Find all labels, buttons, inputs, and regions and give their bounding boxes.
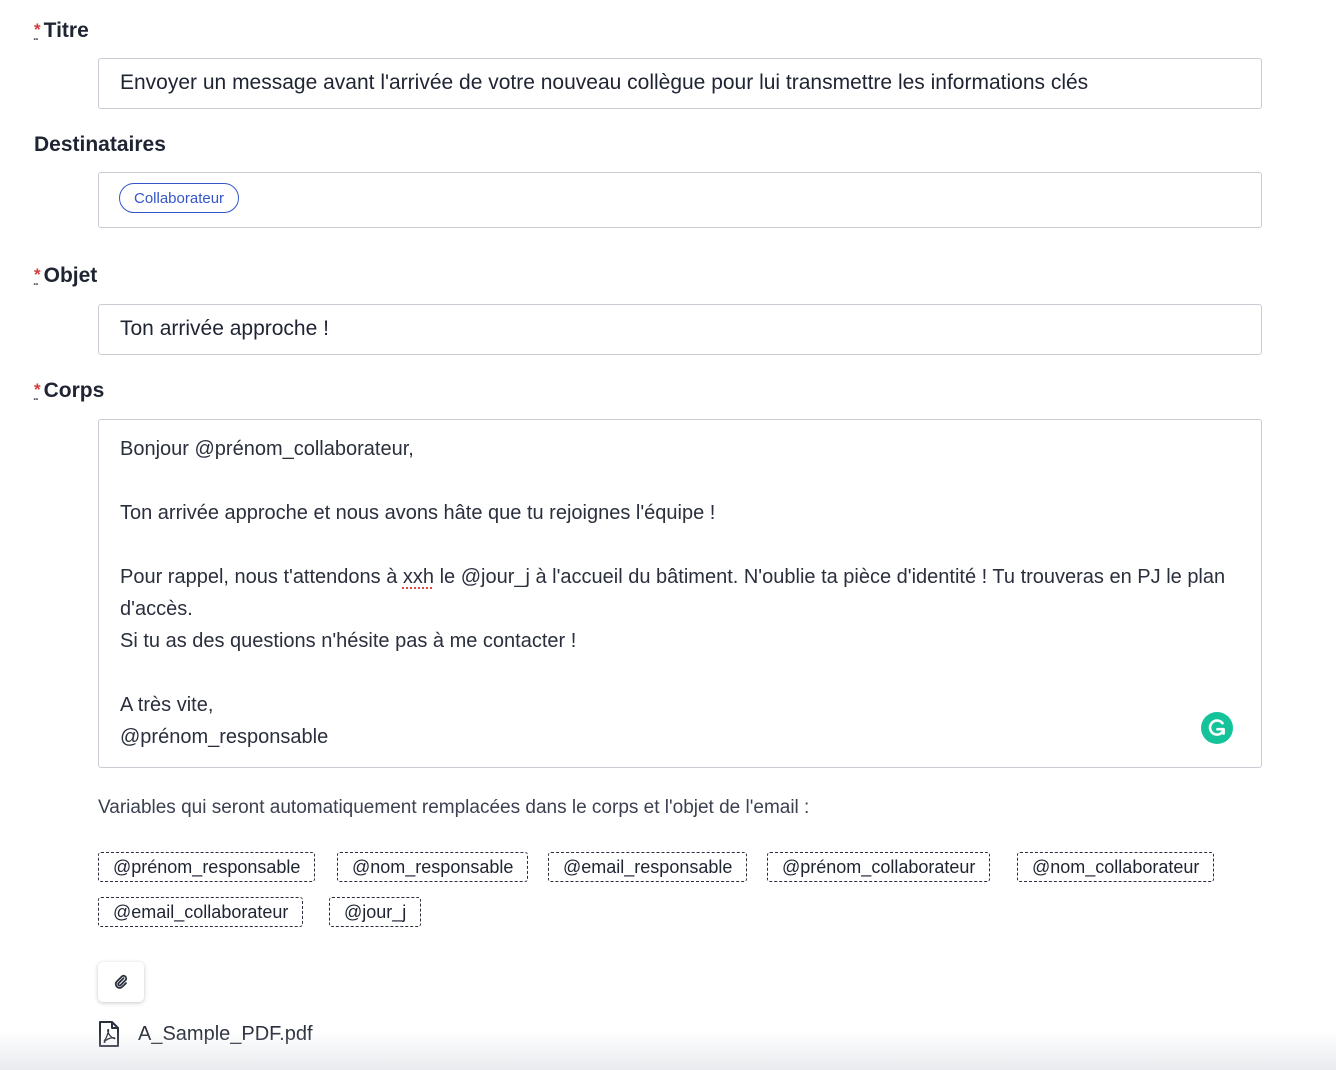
grammarly-g-glyph	[1208, 719, 1225, 736]
variable-chip[interactable]: @email_responsable	[548, 852, 748, 882]
corps-line	[120, 465, 1240, 497]
objet-label: * Objet	[33, 264, 98, 288]
attachment-file-name[interactable]: A_Sample_PDF.pdf	[138, 1023, 313, 1046]
variable-chip[interactable]: @jour_j	[329, 897, 422, 927]
destinataires-label: Destinataires	[34, 133, 166, 157]
corps-label-text: Corps	[43, 379, 105, 402]
variable-chip[interactable]: @prénom_collaborateur	[767, 852, 991, 882]
attach-file-button[interactable]	[98, 962, 144, 1002]
variable-chip[interactable]: @nom_collaborateur	[1017, 852, 1215, 882]
required-marker: *	[33, 265, 41, 288]
variables-intro: Variables qui seront automatiquement rem…	[98, 797, 810, 818]
grammarly-icon[interactable]	[1201, 712, 1233, 744]
destinataires-label-text: Destinataires	[34, 133, 166, 156]
attachment-item[interactable]: A_Sample_PDF.pdf	[98, 1020, 313, 1048]
variable-chip[interactable]: @nom_responsable	[337, 852, 529, 882]
corps-text: Bonjour @prénom_collaborateur, Ton arriv…	[120, 433, 1240, 753]
paperclip-icon	[114, 974, 128, 989]
corps-line	[120, 529, 1240, 561]
corps-line-rappel: Pour rappel, nous t'attendons à xxh le @…	[120, 561, 1240, 625]
corps-line: Si tu as des questions n'hésite pas à me…	[120, 630, 577, 652]
required-marker: *	[33, 380, 41, 403]
corps-line: @prénom_responsable	[120, 726, 329, 748]
corps-line: Bonjour @prénom_collaborateur,	[120, 438, 414, 460]
objet-input[interactable]: Ton arrivée approche !	[98, 304, 1262, 355]
variable-chip[interactable]: @prénom_responsable	[98, 852, 316, 882]
destinataires-input[interactable]: Collaborateur	[98, 172, 1262, 228]
objet-label-text: Objet	[43, 264, 98, 287]
titre-label: * Titre	[33, 19, 89, 43]
titre-label-text: Titre	[43, 19, 89, 42]
pdf-file-icon	[99, 1021, 119, 1047]
corps-textarea[interactable]: Bonjour @prénom_collaborateur, Ton arriv…	[98, 419, 1262, 768]
variable-chip[interactable]: @email_collaborateur	[98, 897, 304, 927]
corps-line: A très vite,	[120, 694, 214, 716]
corps-text-segment: Pour rappel, nous t'attendons à	[120, 566, 403, 588]
spelling-error-word[interactable]: xxh	[403, 566, 434, 588]
corps-label: * Corps	[33, 379, 105, 403]
required-marker: *	[33, 20, 41, 43]
titre-input[interactable]: Envoyer un message avant l'arrivée de vo…	[98, 58, 1262, 109]
corps-line	[120, 657, 1240, 689]
corps-line: Ton arrivée approche et nous avons hâte …	[120, 502, 716, 524]
recipient-chip-collaborateur[interactable]: Collaborateur	[119, 183, 240, 213]
objet-input-value: Ton arrivée approche !	[120, 317, 329, 340]
titre-input-value: Envoyer un message avant l'arrivée de vo…	[120, 71, 1089, 94]
